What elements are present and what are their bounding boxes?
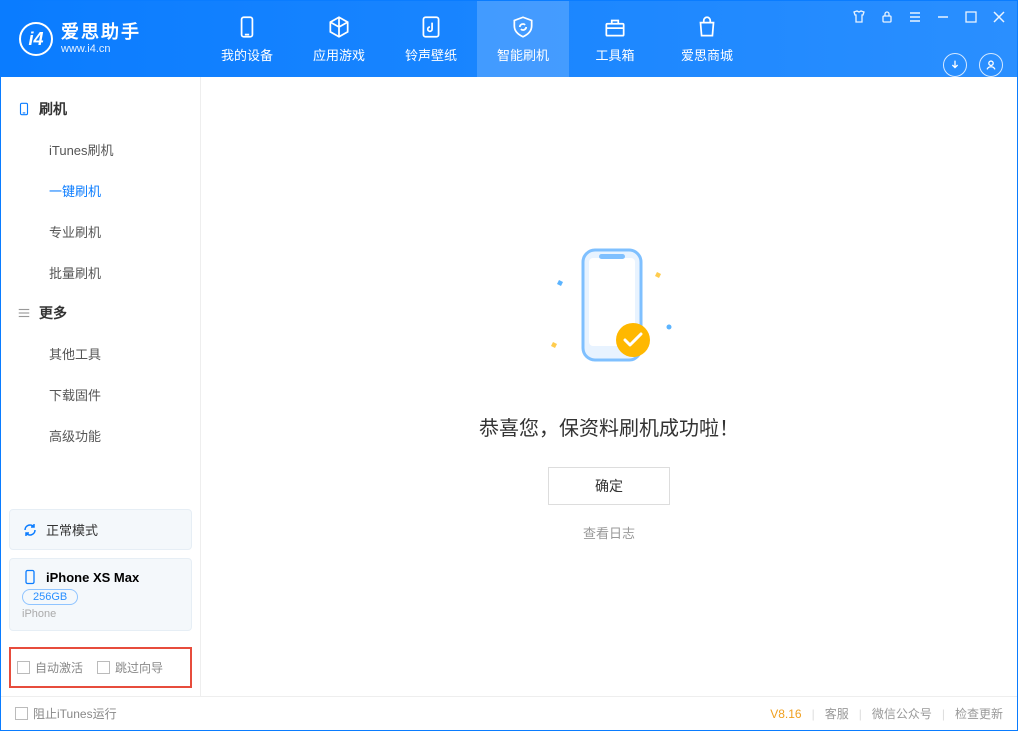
sidebar-group-more: 更多 bbox=[1, 293, 200, 333]
toolbox-icon bbox=[602, 14, 628, 40]
ok-button[interactable]: 确定 bbox=[548, 467, 670, 505]
nav-label: 爱思商城 bbox=[681, 45, 733, 64]
app-title: 爱思助手 bbox=[61, 23, 141, 43]
device-info-card[interactable]: iPhone XS Max 256GB iPhone bbox=[9, 558, 192, 631]
logo-icon: i4 bbox=[19, 22, 53, 56]
nav-label: 工具箱 bbox=[595, 45, 634, 64]
success-illustration bbox=[529, 232, 689, 392]
app-url: www.i4.cn bbox=[61, 43, 141, 55]
view-log-link[interactable]: 查看日志 bbox=[583, 523, 635, 542]
menu-icon[interactable] bbox=[907, 9, 923, 25]
device-icon bbox=[234, 14, 260, 40]
sidebar-item-batch-flash[interactable]: 批量刷机 bbox=[1, 252, 200, 293]
checkbox-icon bbox=[17, 661, 30, 674]
minimize-icon[interactable] bbox=[935, 9, 951, 25]
window-controls bbox=[851, 1, 1017, 53]
status-bar: 阻止iTunes运行 V8.16 | 客服 | 微信公众号 | 检查更新 bbox=[1, 696, 1017, 730]
check-update-link[interactable]: 检查更新 bbox=[955, 705, 1003, 722]
sidebar-item-download-fw[interactable]: 下载固件 bbox=[1, 374, 200, 415]
person-icon bbox=[984, 58, 998, 72]
device-mode-card[interactable]: 正常模式 bbox=[9, 509, 192, 550]
sidebar: 刷机 iTunes刷机 一键刷机 专业刷机 批量刷机 更多 其他工具 下载固件 … bbox=[1, 77, 201, 696]
sync-icon bbox=[22, 522, 38, 538]
checkbox-label: 阻止iTunes运行 bbox=[33, 705, 117, 722]
device-type: iPhone bbox=[22, 608, 179, 620]
nav-label: 智能刷机 bbox=[497, 45, 549, 64]
checkbox-label: 自动激活 bbox=[35, 659, 83, 676]
success-title: 恭喜您，保资料刷机成功啦！ bbox=[479, 412, 739, 441]
version-label: V8.16 bbox=[770, 707, 801, 721]
nav-tab-mydevice[interactable]: 我的设备 bbox=[201, 1, 293, 77]
device-capacity-badge: 256GB bbox=[22, 589, 78, 605]
sidebar-item-pro-flash[interactable]: 专业刷机 bbox=[1, 211, 200, 252]
sidebar-item-itunes-flash[interactable]: iTunes刷机 bbox=[1, 129, 200, 170]
phone-small-icon bbox=[22, 569, 38, 585]
download-icon bbox=[948, 58, 962, 72]
phone-icon bbox=[17, 102, 31, 116]
lock-icon[interactable] bbox=[879, 9, 895, 25]
sidebar-group-title: 更多 bbox=[39, 303, 67, 323]
nav-label: 我的设备 bbox=[221, 45, 273, 64]
music-file-icon bbox=[418, 14, 444, 40]
device-mode-label: 正常模式 bbox=[46, 520, 98, 539]
cube-icon bbox=[326, 14, 352, 40]
wechat-link[interactable]: 微信公众号 bbox=[872, 705, 932, 722]
tshirt-icon[interactable] bbox=[851, 9, 867, 25]
close-icon[interactable] bbox=[991, 9, 1007, 25]
sidebar-item-other-tools[interactable]: 其他工具 bbox=[1, 333, 200, 374]
app-header: i4 爱思助手 www.i4.cn 我的设备 应用游戏 铃声壁纸 智能刷机 工具… bbox=[1, 1, 1017, 77]
sidebar-item-oneclick-flash[interactable]: 一键刷机 bbox=[1, 170, 200, 211]
nav-tab-apps[interactable]: 应用游戏 bbox=[293, 1, 385, 77]
checkbox-icon bbox=[97, 661, 110, 674]
checkbox-skip-guide[interactable]: 跳过向导 bbox=[97, 659, 163, 676]
nav-tabs: 我的设备 应用游戏 铃声壁纸 智能刷机 工具箱 爱思商城 bbox=[201, 1, 753, 77]
bag-icon bbox=[694, 14, 720, 40]
refresh-shield-icon bbox=[510, 14, 536, 40]
download-button[interactable] bbox=[943, 53, 967, 77]
sidebar-group-title: 刷机 bbox=[39, 99, 67, 119]
checkbox-icon bbox=[15, 707, 28, 720]
main-content: 恭喜您，保资料刷机成功啦！ 确定 查看日志 bbox=[201, 77, 1017, 696]
nav-label: 铃声壁纸 bbox=[405, 45, 457, 64]
nav-tab-flash[interactable]: 智能刷机 bbox=[477, 1, 569, 77]
sidebar-item-advanced[interactable]: 高级功能 bbox=[1, 415, 200, 456]
checkbox-block-itunes[interactable]: 阻止iTunes运行 bbox=[15, 705, 117, 722]
checkbox-label: 跳过向导 bbox=[115, 659, 163, 676]
app-logo: i4 爱思助手 www.i4.cn bbox=[1, 22, 201, 56]
sidebar-options-highlighted: 自动激活 跳过向导 bbox=[9, 647, 192, 688]
nav-tab-toolbox[interactable]: 工具箱 bbox=[569, 1, 661, 77]
maximize-icon[interactable] bbox=[963, 9, 979, 25]
customer-service-link[interactable]: 客服 bbox=[825, 705, 849, 722]
list-icon bbox=[17, 306, 31, 320]
checkbox-auto-activate[interactable]: 自动激活 bbox=[17, 659, 83, 676]
nav-label: 应用游戏 bbox=[313, 45, 365, 64]
nav-tab-ringtones[interactable]: 铃声壁纸 bbox=[385, 1, 477, 77]
device-name: iPhone XS Max bbox=[46, 570, 139, 585]
nav-tab-store[interactable]: 爱思商城 bbox=[661, 1, 753, 77]
account-button[interactable] bbox=[979, 53, 1003, 77]
sidebar-group-flash: 刷机 bbox=[1, 89, 200, 129]
